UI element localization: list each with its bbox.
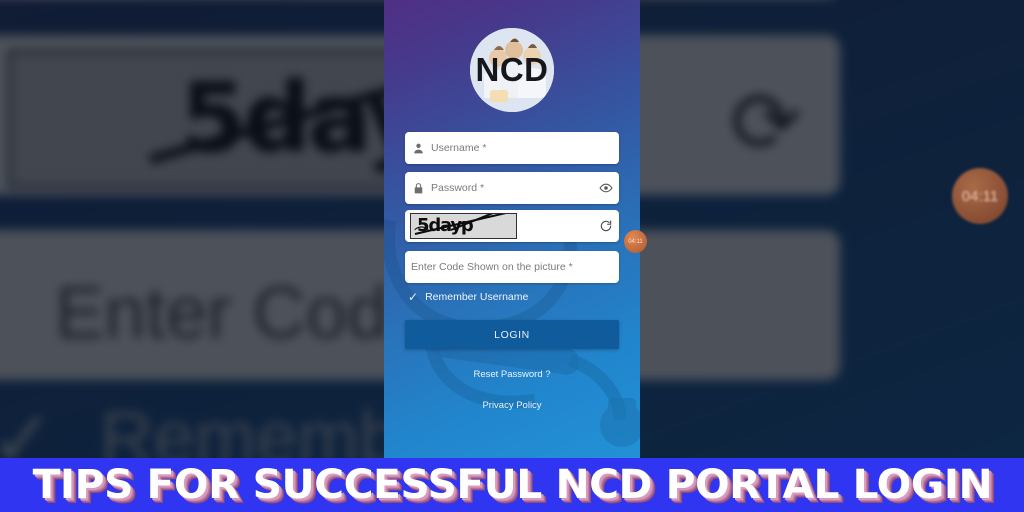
logo-text: NCD (475, 51, 549, 88)
bg-timer-badge: 04:11 (952, 168, 1008, 224)
password-field[interactable]: Password * (405, 172, 619, 204)
banner-title: TIPS FOR SUCCESSFUL NCD PORTAL LOGIN (32, 462, 992, 508)
eye-icon[interactable] (593, 181, 619, 195)
captcha-field: ⌒ 5dayp (405, 210, 619, 242)
username-placeholder: Username * (431, 142, 487, 154)
captcha-image: ⌒ 5dayp (410, 213, 517, 239)
password-placeholder: Password * (431, 182, 485, 194)
phone-screen: NCD Username * Password * ⌒ 5dayp (384, 0, 640, 458)
code-placeholder: Enter Code Shown on the picture * (411, 261, 573, 273)
timer-badge: 04:11 (624, 230, 647, 253)
ncd-logo: NCD (470, 28, 554, 112)
login-button[interactable]: LOGIN (405, 320, 619, 349)
reset-password-link[interactable]: Reset Password ? (384, 369, 640, 380)
code-input-field[interactable]: Enter Code Shown on the picture * (405, 251, 619, 283)
username-field[interactable]: Username * (405, 132, 619, 164)
captcha-refresh-icon[interactable] (593, 219, 619, 233)
remember-username-checkbox[interactable]: ✓ Remember Username (408, 291, 528, 303)
remember-username-label: Remember Username (425, 291, 529, 303)
privacy-policy-link[interactable]: Privacy Policy (384, 400, 640, 411)
lock-icon (405, 182, 431, 195)
person-icon (405, 142, 431, 155)
check-icon: ✓ (408, 290, 419, 304)
bottom-banner: TIPS FOR SUCCESSFUL NCD PORTAL LOGIN (0, 458, 1024, 512)
